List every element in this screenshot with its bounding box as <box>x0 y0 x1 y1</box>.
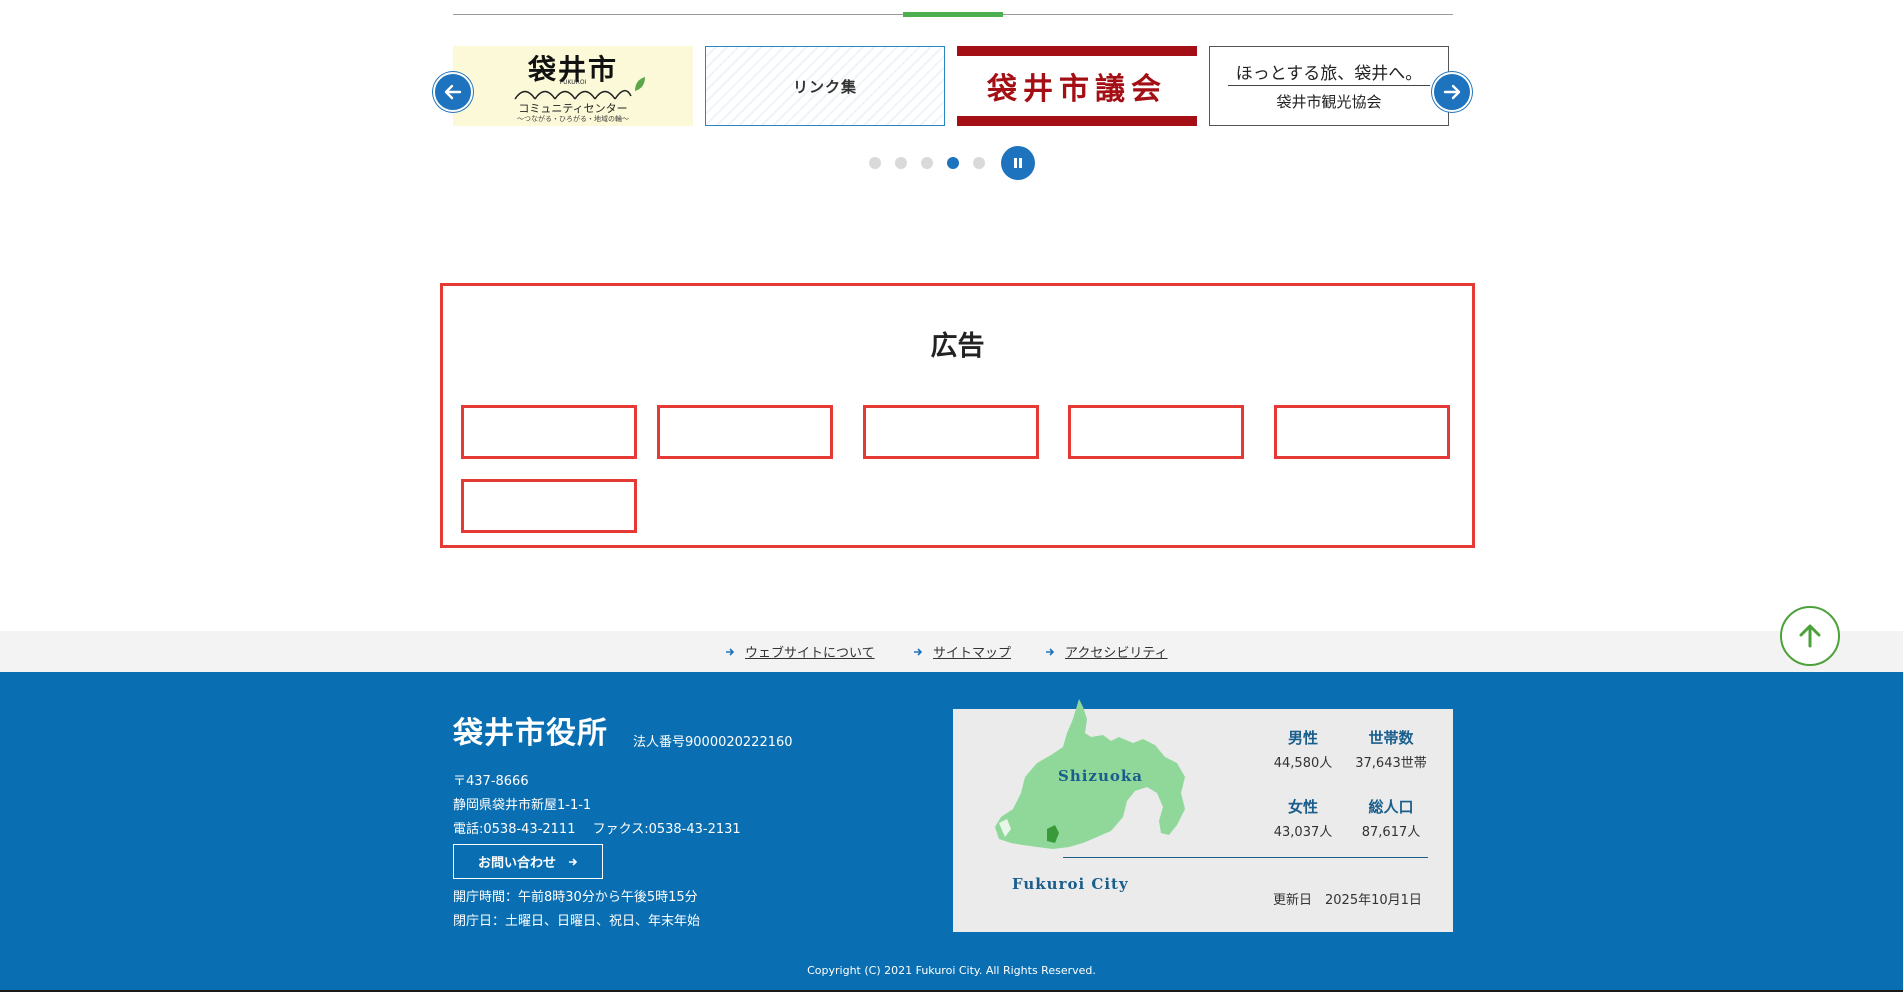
contact-button-label: お問い合わせ <box>477 856 556 871</box>
stats-updated-date: 更新日 2025年10月1日 <box>1273 893 1422 908</box>
footer-links-bar: ウェブサイトについて サイトマップ アクセシビリティ <box>0 631 1903 672</box>
banner-carousel: 袋井市 FUKUROI コミュニティセンター 〜つながる・ひろがる・地域の輪〜 … <box>433 46 1473 126</box>
banner-community-center[interactable]: 袋井市 FUKUROI コミュニティセンター 〜つながる・ひろがる・地域の輪〜 <box>453 46 693 126</box>
stat-female-label: 女性 <box>1287 798 1318 816</box>
banner-tourism-tagline: ほっとする旅、袋井へ。 <box>1235 64 1423 84</box>
stat-households-value: 37,643世帯 <box>1355 756 1427 771</box>
ad-slot-5[interactable] <box>1274 405 1450 459</box>
ad-slot-3[interactable] <box>863 405 1039 459</box>
banner-tourism-association[interactable]: ほっとする旅、袋井へ。 袋井市観光協会 <box>1209 46 1449 126</box>
carousel-dot-1[interactable] <box>869 157 881 169</box>
footer-corp-number: 法人番号9000020222160 <box>633 735 793 750</box>
carousel-next-button[interactable] <box>1432 72 1472 112</box>
banner-tourism-name: 袋井市観光協会 <box>1276 93 1382 111</box>
arrow-right-icon <box>913 647 923 657</box>
banner-city-council-label: 袋井市議会 <box>987 72 1167 107</box>
banner-links[interactable]: リンク集 <box>705 46 945 126</box>
stat-total-value: 87,617人 <box>1361 825 1421 840</box>
arrow-right-icon <box>1443 84 1461 100</box>
footer-link-sitemap[interactable]: サイトマップ <box>913 642 1011 661</box>
footer-closed-days: 閉庁日：土曜日、日曜日、祝日、年末年始 <box>453 914 701 929</box>
footer-link-accessibility[interactable]: アクセシビリティ <box>1045 642 1168 661</box>
banner-links-label: リンク集 <box>792 77 857 96</box>
banner-community-center-tagline: 〜つながる・ひろがる・地域の輪〜 <box>517 115 629 123</box>
stat-households-label: 世帯数 <box>1368 729 1414 747</box>
footer-link-about-website[interactable]: ウェブサイトについて <box>725 642 875 661</box>
section-divider-accent <box>903 12 1003 17</box>
banner-tourism-rule <box>1228 85 1430 86</box>
ad-slot-4[interactable] <box>1068 405 1244 459</box>
stat-male-value: 44,580人 <box>1273 756 1333 771</box>
banner-city-council[interactable]: 袋井市議会 <box>957 46 1197 126</box>
contact-button[interactable]: お問い合わせ <box>453 844 603 879</box>
footer-office-hours: 開庁時間：午前8時30分から午後5時15分 <box>453 890 698 905</box>
ad-section-title: 広告 <box>930 331 985 362</box>
carousel-prev-button[interactable] <box>433 72 473 112</box>
back-to-top-button[interactable] <box>1780 606 1840 666</box>
carousel-dot-3[interactable] <box>921 157 933 169</box>
arrow-right-icon <box>725 647 735 657</box>
footer-org-name: 袋井市役所 <box>453 716 608 751</box>
footer-link-label: ウェブサイトについて <box>745 646 875 661</box>
ad-slot-1[interactable] <box>461 405 637 459</box>
footer-link-label: アクセシビリティ <box>1065 646 1168 661</box>
ad-section: 広告 <box>440 283 1475 548</box>
footer-postal: 〒437-8666 <box>453 774 529 789</box>
footer-phone-fax: 電話:0538-43-2111 ファクス:0538-43-2131 <box>453 822 741 837</box>
ad-slot-2[interactable] <box>657 405 833 459</box>
carousel-pause-button[interactable] <box>1001 146 1035 180</box>
arrow-left-icon <box>444 84 462 100</box>
shizuoka-map-icon <box>995 699 1185 849</box>
footer-link-label: サイトマップ <box>933 646 1012 661</box>
stat-total-label: 総人口 <box>1368 798 1414 816</box>
population-stats-box: Shizuoka Fukuroi City 男性 44,580人 世帯数 37,… <box>953 699 1453 932</box>
ad-slot-6[interactable] <box>461 479 637 533</box>
map-label-city: Fukuroi City <box>1012 875 1129 893</box>
stat-male-label: 男性 <box>1287 729 1318 747</box>
arrow-right-icon <box>568 857 578 867</box>
leaf-icon <box>635 77 645 91</box>
footer-address: 静岡県袋井市新屋1-1-1 <box>453 798 592 813</box>
arrow-up-icon <box>1799 624 1821 648</box>
carousel-dot-4[interactable] <box>947 157 959 169</box>
arrow-right-icon <box>1045 647 1055 657</box>
copyright: Copyright (C) 2021 Fukuroi City. All Rig… <box>807 964 1096 977</box>
site-footer: 袋井市役所 法人番号9000020222160 〒437-8666 静岡県袋井市… <box>0 672 1903 992</box>
map-label-prefecture: Shizuoka <box>1058 767 1143 785</box>
pause-icon <box>1014 158 1022 168</box>
carousel-dot-2[interactable] <box>895 157 907 169</box>
carousel-dot-5[interactable] <box>973 157 985 169</box>
stats-divider <box>1063 857 1428 858</box>
arches-logo-icon <box>514 90 632 100</box>
stat-female-value: 43,037人 <box>1273 825 1333 840</box>
